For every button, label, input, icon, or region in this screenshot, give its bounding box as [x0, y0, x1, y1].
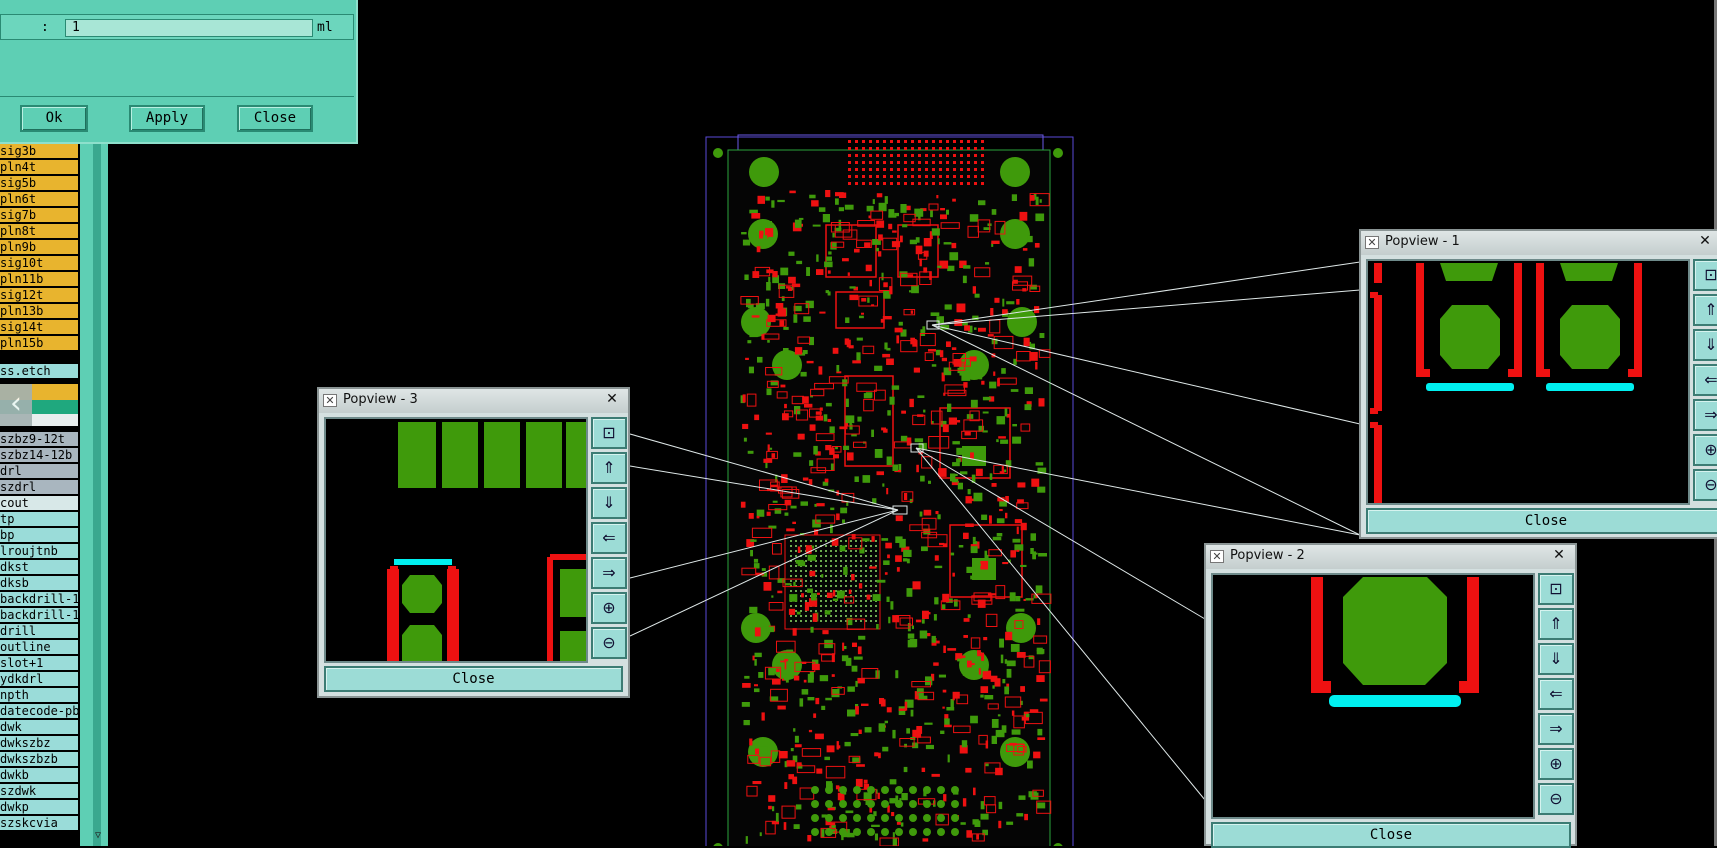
popview-3-view[interactable]: [324, 417, 588, 663]
pan-right-icon[interactable]: ⇒: [591, 557, 627, 589]
pan-right-icon[interactable]: ⇒: [1693, 399, 1717, 431]
layer-item[interactable]: dwkszbz: [0, 736, 78, 751]
dialog-divider: [0, 96, 354, 97]
zoom-in-icon[interactable]: ⊕: [1538, 748, 1574, 780]
window-icon: ✕: [1210, 550, 1224, 563]
layer-item[interactable]: dwk: [0, 720, 78, 735]
layer-item[interactable]: pln8t: [0, 224, 78, 239]
popview-1-title: Popview - 1: [1385, 234, 1460, 249]
popview-2-title: Popview - 2: [1230, 548, 1305, 563]
close-icon[interactable]: ✕: [1547, 546, 1571, 564]
layer-item[interactable]: tp: [0, 512, 78, 527]
layer-item[interactable]: sig3b: [0, 144, 78, 159]
scroll-down-icon[interactable]: ▽: [95, 830, 101, 841]
layer-item[interactable]: pln15b: [0, 336, 78, 351]
layer-item[interactable]: pln4t: [0, 160, 78, 175]
popview-1-close-button[interactable]: Close: [1366, 508, 1717, 534]
layer-item[interactable]: drl: [0, 464, 78, 479]
layer-item[interactable]: slot+1: [0, 656, 78, 671]
value-input[interactable]: 1: [65, 19, 313, 37]
layer-item[interactable]: dwkp: [0, 800, 78, 815]
popview-2-toolbar: ⊡ ⇑ ⇓ ⇐ ⇒ ⊕ ⊖: [1538, 573, 1576, 818]
layer-item[interactable]: pln9b: [0, 240, 78, 255]
layer-list: sig3b pln4t sig5b pln6t sig7b pln8t pln9b sig10…: [0, 144, 80, 846]
layer-item[interactable]: backdrill-16: [0, 608, 78, 623]
layer-scrollbar[interactable]: [80, 144, 108, 846]
zoom-out-icon[interactable]: ⊖: [591, 627, 627, 659]
layer-item[interactable]: lroujtnb: [0, 544, 78, 559]
layer-item[interactable]: sig10t: [0, 256, 78, 271]
popview-2-titlebar[interactable]: ✕ Popview - 2 ✕: [1206, 545, 1575, 569]
close-icon[interactable]: ✕: [1693, 232, 1717, 250]
zoom-fit-icon[interactable]: ⊡: [1693, 259, 1717, 291]
layer-item[interactable]: ydkdrl: [0, 672, 78, 687]
pan-down-icon[interactable]: ⇓: [1693, 329, 1717, 361]
layer-item[interactable]: dkst: [0, 560, 78, 575]
layer-item[interactable]: pln13b: [0, 304, 78, 319]
pan-right-icon[interactable]: ⇒: [1538, 713, 1574, 745]
layer-item[interactable]: szbz14-12b: [0, 448, 78, 463]
zoom-out-icon[interactable]: ⊖: [1693, 469, 1717, 501]
popview-1: ✕ Popview - 1 ✕ ⊡ ⇑ ⇓ ⇐ ⇒ ⊕ ⊖ Close: [1359, 229, 1717, 539]
layer-item[interactable]: dwkb: [0, 768, 78, 783]
layer-item[interactable]: szbz9-12t: [0, 432, 78, 447]
layer-item[interactable]: cout: [0, 496, 78, 511]
pan-up-icon[interactable]: ⇑: [1693, 294, 1717, 326]
popview-2: ✕ Popview - 2 ✕ ⊡ ⇑ ⇓ ⇐ ⇒ ⊕ ⊖ Close: [1204, 543, 1577, 848]
popview-1-titlebar[interactable]: ✕ Popview - 1 ✕: [1361, 231, 1717, 255]
layer-item[interactable]: backdrill-1-: [0, 592, 78, 607]
pan-up-icon[interactable]: ⇑: [591, 452, 627, 484]
layer-item[interactable]: dksb: [0, 576, 78, 591]
layer-etch-label[interactable]: ss.etch: [0, 364, 78, 379]
popview-3-toolbar: ⊡ ⇑ ⇓ ⇐ ⇒ ⊕ ⊖: [591, 417, 629, 662]
chevron-left-icon[interactable]: ‹: [0, 384, 32, 426]
popview-2-close-button[interactable]: Close: [1211, 822, 1571, 848]
layer-item[interactable]: sig5b: [0, 176, 78, 191]
pan-left-icon[interactable]: ⇐: [591, 522, 627, 554]
pan-left-icon[interactable]: ⇐: [1538, 678, 1574, 710]
zoom-fit-icon[interactable]: ⊡: [591, 417, 627, 449]
layer-item[interactable]: outline: [0, 640, 78, 655]
ok-button[interactable]: Ok: [20, 105, 88, 132]
popview-3-titlebar[interactable]: ✕ Popview - 3 ✕: [319, 389, 628, 413]
pan-left-icon[interactable]: ⇐: [1693, 364, 1717, 396]
layer-item[interactable]: sig14t: [0, 320, 78, 335]
popview-3: ✕ Popview - 3 ✕ ⊡ ⇑ ⇓ ⇐ ⇒ ⊕ ⊖ Close: [317, 387, 630, 698]
window-icon: ✕: [1365, 236, 1379, 249]
apply-button[interactable]: Apply: [129, 105, 205, 132]
popview-3-title: Popview - 3: [343, 392, 418, 407]
properties-dialog: : 1 ml Ok Apply Close: [0, 0, 358, 144]
zoom-out-icon[interactable]: ⊖: [1538, 783, 1574, 815]
popview-1-toolbar: ⊡ ⇑ ⇓ ⇐ ⇒ ⊕ ⊖: [1693, 259, 1717, 504]
popview-3-close-button[interactable]: Close: [324, 666, 623, 692]
popview-2-view[interactable]: [1211, 573, 1535, 819]
pan-up-icon[interactable]: ⇑: [1538, 608, 1574, 640]
layer-item[interactable]: szskcvia: [0, 816, 78, 831]
layer-item[interactable]: npth: [0, 688, 78, 703]
layer-item[interactable]: bp: [0, 528, 78, 543]
close-button[interactable]: Close: [237, 105, 313, 132]
close-icon[interactable]: ✕: [600, 390, 624, 408]
layer-item[interactable]: pln11b: [0, 272, 78, 287]
window-icon: ✕: [323, 394, 337, 407]
zoom-in-icon[interactable]: ⊕: [1693, 434, 1717, 466]
layer-item[interactable]: dwkszbzb: [0, 752, 78, 767]
pan-down-icon[interactable]: ⇓: [1538, 643, 1574, 675]
layer-item[interactable]: pln6t: [0, 192, 78, 207]
layer-item[interactable]: drill: [0, 624, 78, 639]
unit-label: ml: [317, 20, 333, 35]
field-separator: :: [41, 20, 49, 35]
layer-item[interactable]: datecode-pbo: [0, 704, 78, 719]
pan-down-icon[interactable]: ⇓: [591, 487, 627, 519]
value-row: : 1 ml: [0, 14, 354, 40]
layer-item[interactable]: szdrl: [0, 480, 78, 495]
zoom-in-icon[interactable]: ⊕: [591, 592, 627, 624]
zoom-fit-icon[interactable]: ⊡: [1538, 573, 1574, 605]
popview-1-view[interactable]: [1366, 259, 1690, 505]
layer-item[interactable]: sig7b: [0, 208, 78, 223]
layer-item[interactable]: szdwk: [0, 784, 78, 799]
layer-item[interactable]: sig12t: [0, 288, 78, 303]
